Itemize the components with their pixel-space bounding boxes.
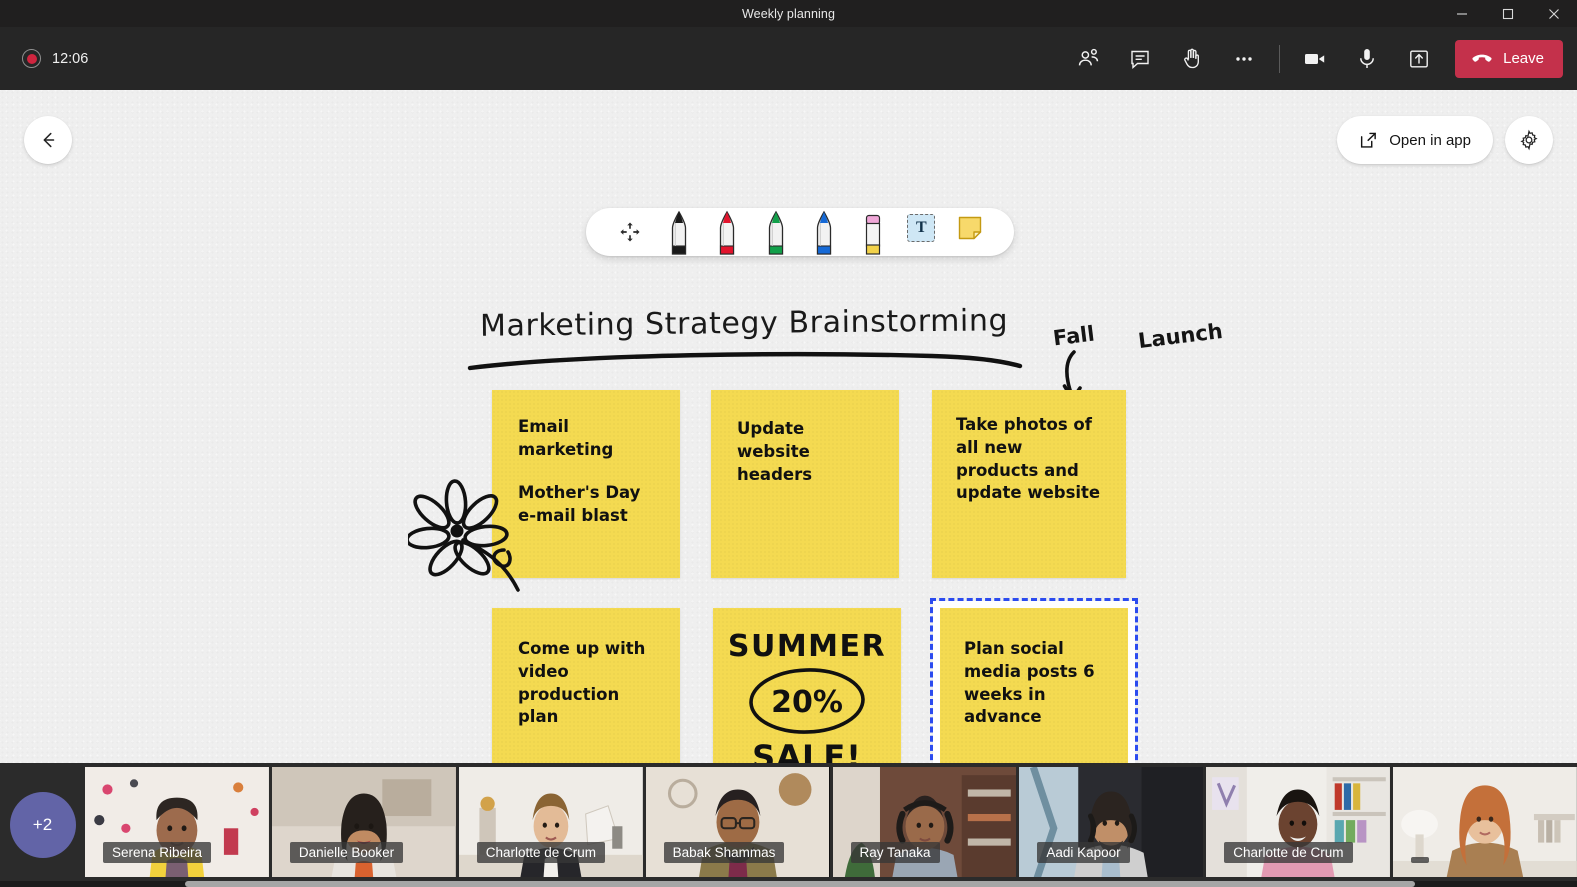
sticky-note-icon <box>958 216 982 240</box>
summer-sale-drawing: SUMMER 20% SALE! <box>713 608 901 763</box>
sale-word: SALE! <box>752 738 862 763</box>
participant-name: Danielle Booker <box>289 842 404 863</box>
participant-tiles: Serena Ribeira Danielle Booker Charlotte… <box>85 763 1577 887</box>
highlighter[interactable] <box>851 208 895 256</box>
fall-launch-line1: Fall <box>1051 321 1096 351</box>
whiteboard-tool-palette[interactable]: T <box>586 208 1014 256</box>
open-in-app-label: Open in app <box>1389 131 1471 149</box>
sticky-note[interactable]: Update website headers <box>711 390 899 578</box>
whiteboard-canvas[interactable]: Open in app T Marketing Strategy Brainst… <box>0 90 1577 763</box>
back-button[interactable] <box>24 116 72 164</box>
sticky-note[interactable]: SUMMER 20% SALE! <box>713 608 901 763</box>
participant-tile[interactable]: Danielle Booker <box>271 767 456 877</box>
maximize-icon[interactable] <box>1485 0 1531 27</box>
more-options-icon[interactable] <box>1218 37 1270 81</box>
pen-icon <box>671 210 686 255</box>
note-paragraph: Plan social media posts 6 weeks in advan… <box>964 639 1095 727</box>
participant-tile[interactable]: Serena Ribeira <box>85 767 269 877</box>
pen-icon <box>719 210 735 255</box>
sticky-note-selected[interactable]: Plan social media posts 6 weeks in advan… <box>930 598 1138 763</box>
meeting-actions: Leave <box>1062 37 1577 81</box>
people-icon[interactable] <box>1062 37 1114 81</box>
pen-red[interactable] <box>705 208 749 256</box>
minimize-icon[interactable] <box>1439 0 1485 27</box>
participant-tile[interactable]: Charlotte de Crum <box>1206 767 1391 877</box>
microphone-icon[interactable] <box>1341 37 1393 81</box>
participant-tile[interactable]: Aadi Kapoor <box>1019 767 1204 877</box>
move-icon <box>620 222 640 242</box>
meeting-toolbar: 12:06 Leave <box>0 27 1577 90</box>
note-paragraph: Come up with video production plan <box>518 639 646 727</box>
leave-button[interactable]: Leave <box>1455 39 1563 78</box>
back-arrow-icon <box>43 132 55 148</box>
recording-status: 12:06 <box>22 49 88 68</box>
participant-name: Aadi Kapoor <box>1037 842 1130 863</box>
overflow-participants[interactable]: +2 <box>0 763 85 887</box>
filmstrip-scrollbar-thumb[interactable] <box>185 881 1415 887</box>
participant-name: Babak Shammas <box>663 842 785 863</box>
note-paragraph: Update website headers <box>737 419 813 484</box>
note-paragraph: Email marketing <box>518 417 614 459</box>
participant-name: Serena Ribeira <box>103 842 212 863</box>
pen-icon <box>817 210 832 255</box>
sticky-note-tool[interactable] <box>948 208 992 256</box>
pen-black[interactable] <box>657 208 701 256</box>
text-icon: T <box>907 213 936 242</box>
external-link-icon <box>1361 132 1377 148</box>
pen-green[interactable] <box>754 208 798 256</box>
raise-hand-icon[interactable] <box>1166 37 1218 81</box>
recording-icon <box>22 49 41 68</box>
summer-word: SUMMER <box>728 629 886 664</box>
sticky-note[interactable]: Take photos of all new products and upda… <box>932 390 1126 578</box>
participant-tile[interactable]: Babak Shammas <box>645 767 830 877</box>
participant-name: Charlotte de Crum <box>476 842 606 863</box>
close-icon[interactable] <box>1531 0 1577 27</box>
move-tool[interactable] <box>608 208 652 256</box>
gear-icon <box>1520 129 1538 151</box>
title-underline <box>467 351 1023 371</box>
leave-button-label: Leave <box>1503 50 1544 67</box>
flower-doodle <box>408 479 520 592</box>
settings-button[interactable] <box>1505 116 1553 164</box>
whiteboard-top-right-actions: Open in app <box>1337 116 1553 164</box>
participant-name: Ray Tanaka <box>850 842 940 863</box>
overflow-count-badge: +2 <box>9 792 76 858</box>
participant-name: Charlotte de Crum <box>1224 842 1353 863</box>
participant-tile[interactable]: Ray Tanaka <box>832 767 1017 877</box>
window-title-bar: Weekly planning <box>0 0 1577 27</box>
sticky-note[interactable]: Come up with video production plan <box>492 608 680 763</box>
participant-tile[interactable] <box>1393 767 1577 877</box>
participant-tile[interactable]: Charlotte de Crum <box>458 767 643 877</box>
window-controls <box>1439 0 1577 27</box>
fall-launch-annotation: Fall Launch <box>1051 319 1224 353</box>
highlighter-icon <box>865 214 880 255</box>
camera-icon[interactable] <box>1289 37 1341 81</box>
note-paragraph: Take photos of all new products and upda… <box>956 415 1101 503</box>
participant-filmstrip[interactable]: +2 Serena Ribeira Danielle Booker Charlo… <box>0 763 1577 887</box>
percent-word: 20% <box>771 685 843 720</box>
pen-icon <box>768 210 783 255</box>
window-title: Weekly planning <box>742 6 835 21</box>
share-screen-icon[interactable] <box>1393 37 1445 81</box>
participant-name <box>1411 857 1430 863</box>
hangup-icon <box>1472 54 1492 62</box>
text-tool[interactable]: T <box>899 208 943 256</box>
open-in-app-button[interactable]: Open in app <box>1337 116 1493 164</box>
filmstrip-scrollbar[interactable] <box>0 881 1577 887</box>
toolbar-divider <box>1279 44 1281 73</box>
pen-blue[interactable] <box>802 208 846 256</box>
meeting-elapsed-time: 12:06 <box>52 50 89 67</box>
fall-launch-line2: Launch <box>1136 318 1224 354</box>
chat-icon[interactable] <box>1114 37 1166 81</box>
